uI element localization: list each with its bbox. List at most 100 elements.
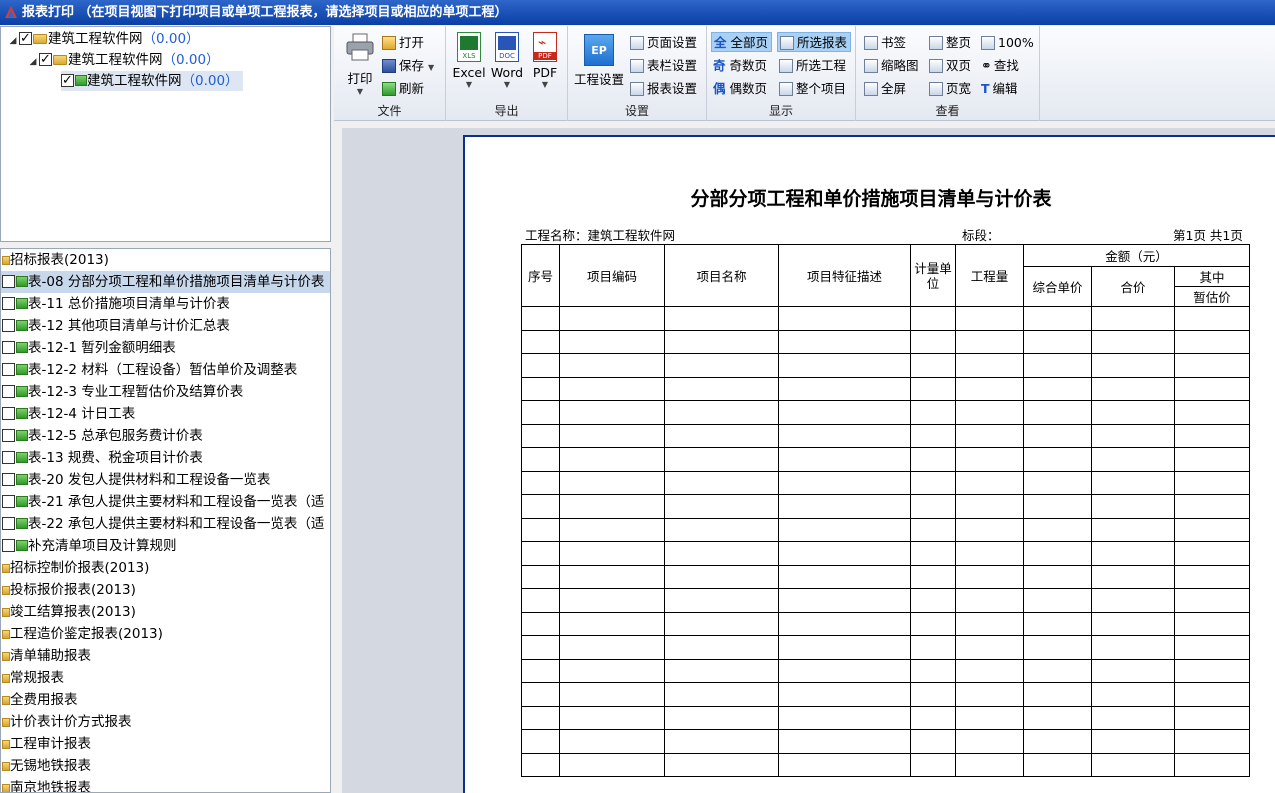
report-checkbox[interactable]: [2, 275, 15, 288]
report-checkbox[interactable]: [2, 407, 15, 420]
table-cell: [1023, 588, 1092, 613]
column-settings-button[interactable]: 表栏设置: [628, 56, 700, 76]
report-checkbox[interactable]: [2, 451, 15, 464]
tree-node-root[interactable]: ◢ 建筑工程软件网（0.00）: [7, 29, 200, 49]
selected-report-button[interactable]: 所选报表: [777, 32, 852, 52]
zoom-100-button[interactable]: 100%: [979, 33, 1037, 53]
collapse-arrow-icon[interactable]: ◢: [7, 31, 19, 51]
table-cell: [1174, 705, 1250, 730]
page-settings-button[interactable]: 页面设置: [628, 33, 700, 53]
thumbnail-button[interactable]: 缩略图: [862, 56, 922, 76]
export-word-button[interactable]: DOC Word ▼: [490, 32, 524, 89]
report-settings-button[interactable]: 报表设置: [628, 79, 700, 99]
report-checkbox[interactable]: [2, 429, 15, 442]
report-checkbox[interactable]: [2, 539, 15, 552]
edit-button[interactable]: T 编辑: [979, 79, 1021, 99]
report-category[interactable]: 竣工结算报表(2013): [1, 601, 330, 623]
tree-node-unit[interactable]: ◢ 建筑工程软件网（0.00）: [27, 50, 220, 70]
even-pages-button[interactable]: 偶 偶数页: [711, 79, 770, 99]
table-row: [521, 588, 1250, 613]
excel-label: Excel: [452, 65, 486, 80]
whole-project-button[interactable]: 整个项目: [777, 79, 849, 99]
report-category[interactable]: 全费用报表: [1, 689, 330, 711]
report-item[interactable]: 表-12-3 专业工程暂估价及结算价表: [1, 381, 330, 403]
report-item[interactable]: 表-13 规费、税金项目计价表: [1, 447, 330, 469]
table-cell: [1174, 682, 1250, 707]
double-page-label: 双页: [946, 58, 972, 73]
report-category[interactable]: 招标报表(2013): [1, 249, 330, 271]
report-item[interactable]: 表-12 其他项目清单与计价汇总表: [1, 315, 330, 337]
report-label: 无锡地铁报表: [10, 758, 91, 774]
double-page-button[interactable]: 双页: [927, 56, 974, 76]
report-item[interactable]: 表-12-1 暂列金额明细表: [1, 337, 330, 359]
report-checkbox[interactable]: [2, 473, 15, 486]
double-page-icon: [929, 59, 943, 73]
report-checkbox[interactable]: [2, 363, 15, 376]
whole-page-button[interactable]: 整页: [927, 33, 974, 53]
report-checkbox[interactable]: [2, 495, 15, 508]
selected-project-button[interactable]: 所选工程: [777, 56, 849, 76]
zoom-100-label: 100%: [998, 35, 1034, 50]
table-row: [521, 682, 1250, 707]
report-category[interactable]: 计价表计价方式报表: [1, 711, 330, 733]
header-name: 项目名称: [664, 244, 779, 307]
report-checkbox[interactable]: [2, 319, 15, 332]
report-item[interactable]: 表-12-2 材料（工程设备）暂估单价及调整表: [1, 359, 330, 381]
tree-checkbox[interactable]: [61, 71, 74, 91]
odd-pages-button[interactable]: 奇 奇数页: [711, 56, 770, 76]
table-cell: [521, 329, 560, 354]
tree-node-subproject[interactable]: 建筑工程软件网（0.00）: [61, 71, 243, 91]
table-cell: [521, 705, 560, 730]
project-settings-button[interactable]: EP 工程设置: [572, 34, 626, 88]
table-cell: [1174, 376, 1250, 401]
tree-checkbox[interactable]: [39, 50, 52, 70]
report-category[interactable]: 工程造价鉴定报表(2013): [1, 623, 330, 645]
find-button[interactable]: ⚭ 查找: [979, 56, 1022, 76]
report-item[interactable]: 补充清单项目及计算规则: [1, 535, 330, 557]
report-item[interactable]: 表-12-5 总承包服务费计价表: [1, 425, 330, 447]
fullscreen-button[interactable]: 全屏: [862, 79, 909, 99]
report-category[interactable]: 无锡地铁报表: [1, 755, 330, 777]
report-icon: [16, 452, 28, 463]
report-checkbox[interactable]: [2, 341, 15, 354]
table-cell: [521, 564, 560, 589]
report-checkbox[interactable]: [2, 385, 15, 398]
tree-checkbox[interactable]: [19, 29, 32, 49]
table-cell: [778, 611, 911, 636]
table-cell: [521, 729, 560, 754]
report-icon: [16, 474, 28, 485]
report-checkbox[interactable]: [2, 517, 15, 530]
tree-node-value: （0.00）: [181, 73, 239, 89]
report-item[interactable]: 表-22 承包人提供主要材料和工程设备一览表（适: [1, 513, 330, 535]
save-button[interactable]: 保存 ▼: [380, 56, 437, 76]
report-label: 表-21 承包人提供主要材料和工程设备一览表（适: [28, 494, 325, 510]
bookmark-button[interactable]: 书签: [862, 33, 909, 53]
open-button[interactable]: 打开: [380, 33, 427, 53]
table-cell: [955, 329, 1024, 354]
print-button[interactable]: 打印 ▼: [342, 32, 378, 96]
page-width-button[interactable]: 页宽: [927, 79, 974, 99]
report-category[interactable]: 招标控制价报表(2013): [1, 557, 330, 579]
report-category[interactable]: 工程审计报表: [1, 733, 330, 755]
collapse-arrow-icon[interactable]: ◢: [27, 52, 39, 72]
export-excel-button[interactable]: XLS Excel ▼: [452, 32, 486, 89]
report-checkbox[interactable]: [2, 297, 15, 310]
folder-icon: [53, 55, 67, 65]
report-category[interactable]: 投标报价报表(2013): [1, 579, 330, 601]
refresh-button[interactable]: 刷新: [380, 79, 427, 99]
report-item[interactable]: 表-11 总价措施项目清单与计价表: [1, 293, 330, 315]
report-item[interactable]: 表-12-4 计日工表: [1, 403, 330, 425]
report-label: 表-11 总价措施项目清单与计价表: [28, 296, 230, 312]
report-label: 表-12 其他项目清单与计价汇总表: [28, 318, 230, 334]
project-tree: ◢建筑工程软件网（0.00） ◢建筑工程软件网（0.00） 建筑工程软件网（0.…: [0, 26, 331, 242]
export-pdf-button[interactable]: ⌁ PDF PDF ▼: [528, 32, 562, 89]
report-item[interactable]: 表-08 分部分项工程和单价措施项目清单与计价表: [1, 271, 330, 293]
report-preview-area[interactable]: 分部分项工程和单价措施项目清单与计价表 工程名称：建筑工程软件网 标段： 第1页…: [342, 128, 1275, 793]
all-pages-button[interactable]: 全 全部页: [711, 32, 773, 52]
report-item[interactable]: 表-21 承包人提供主要材料和工程设备一览表（适: [1, 491, 330, 513]
table-cell: [778, 376, 911, 401]
report-category[interactable]: 南京地铁报表: [1, 777, 330, 792]
report-item[interactable]: 表-20 发包人提供材料和工程设备一览表: [1, 469, 330, 491]
report-category[interactable]: 常规报表: [1, 667, 330, 689]
report-category[interactable]: 清单辅助报表: [1, 645, 330, 667]
